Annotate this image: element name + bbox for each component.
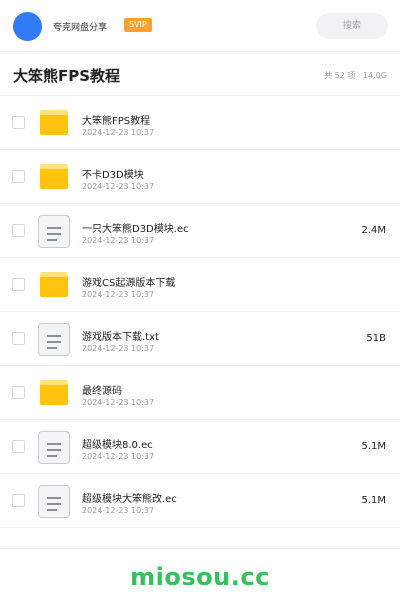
document-icon	[38, 431, 70, 465]
select-checkbox[interactable]	[12, 386, 25, 399]
title-row: 大笨熊FPS教程 共 52 项 · 14.0G	[0, 52, 400, 96]
item-size: 51B	[366, 333, 386, 344]
footer: miosou.cc	[0, 548, 400, 600]
item-date: 2024-12-23 10:37	[82, 290, 155, 299]
folder-icon	[38, 269, 70, 303]
top-bar: 夸克网盘分享 SVIP 搜索	[0, 0, 400, 52]
list-item[interactable]: 超级模块8.0.ec 2024-12-23 10:37 5.1M	[0, 420, 400, 474]
item-name: 游戏版本下载.txt	[82, 332, 159, 343]
document-icon	[38, 323, 70, 357]
file-list: 大笨熊FPS教程 2024-12-23 10:37 不卡D3D模块 2024-1…	[0, 96, 400, 528]
item-name: 一只大笨熊D3D模块.ec	[82, 224, 189, 235]
list-item[interactable]: 游戏版本下载.txt 2024-12-23 10:37 51B	[0, 312, 400, 366]
item-date: 2024-12-23 10:37	[82, 344, 155, 353]
item-date: 2024-12-23 10:37	[82, 182, 155, 191]
item-size: 5.1M	[361, 441, 386, 452]
item-size: 5.1M	[361, 495, 386, 506]
list-item[interactable]: 游戏CS起源版本下载 2024-12-23 10:37	[0, 258, 400, 312]
list-item[interactable]: 一只大笨熊D3D模块.ec 2024-12-23 10:37 2.4M	[0, 204, 400, 258]
folder-icon	[38, 107, 70, 141]
select-checkbox[interactable]	[12, 494, 25, 507]
search-button[interactable]: 搜索	[316, 13, 388, 39]
page-title: 大笨熊FPS教程	[13, 67, 121, 85]
list-item[interactable]: 超级模块大笨熊改.ec 2024-12-23 10:37 5.1M	[0, 474, 400, 528]
item-name: 游戏CS起源版本下载	[82, 278, 176, 289]
list-item[interactable]: 不卡D3D模块 2024-12-23 10:37	[0, 150, 400, 204]
select-checkbox[interactable]	[12, 440, 25, 453]
item-size: 2.4M	[361, 225, 386, 236]
item-name: 最终源码	[82, 386, 122, 397]
document-icon	[38, 215, 70, 249]
list-item[interactable]: 大笨熊FPS教程 2024-12-23 10:37	[0, 96, 400, 150]
document-icon	[38, 485, 70, 519]
item-date: 2024-12-23 10:37	[82, 398, 155, 407]
folder-icon	[38, 161, 70, 195]
folder-icon	[38, 377, 70, 411]
item-name: 不卡D3D模块	[82, 170, 144, 181]
select-checkbox[interactable]	[12, 224, 25, 237]
item-date: 2024-12-23 10:37	[82, 236, 155, 245]
list-item[interactable]: 最终源码 2024-12-23 10:37	[0, 366, 400, 420]
select-checkbox[interactable]	[12, 170, 25, 183]
svip-badge: SVIP	[124, 18, 152, 32]
item-date: 2024-12-23 10:37	[82, 506, 155, 515]
item-date: 2024-12-23 10:37	[82, 452, 155, 461]
select-checkbox[interactable]	[12, 116, 25, 129]
select-checkbox[interactable]	[12, 278, 25, 291]
watermark-text: miosou.cc	[130, 563, 270, 591]
avatar[interactable]	[13, 12, 42, 41]
item-name: 大笨熊FPS教程	[82, 116, 151, 127]
select-checkbox[interactable]	[12, 332, 25, 345]
item-date: 2024-12-23 10:37	[82, 128, 155, 137]
item-name: 超级模块大笨熊改.ec	[82, 494, 177, 505]
item-count-and-size: 共 52 项 · 14.0G	[324, 71, 387, 80]
user-name: 夸克网盘分享	[53, 23, 108, 33]
item-name: 超级模块8.0.ec	[82, 440, 153, 451]
